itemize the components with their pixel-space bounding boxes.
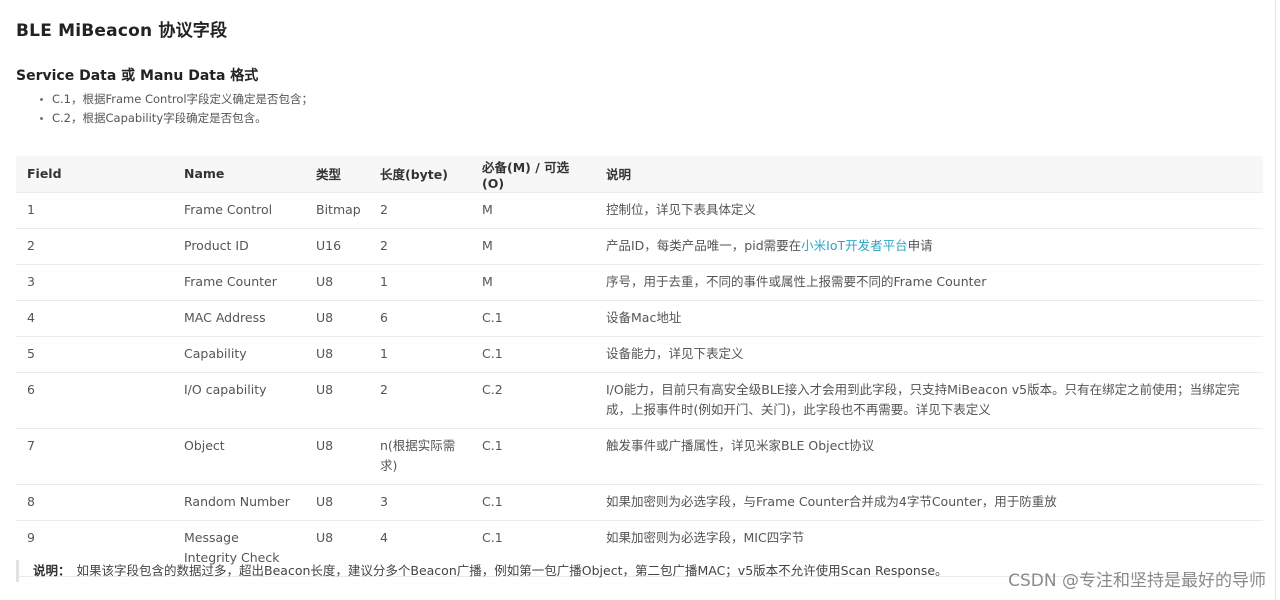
cell-field: 2 — [16, 228, 173, 265]
cell-description: I/O能力，目前只有高安全级BLE接入才会用到此字段，只支持MiBeacon v… — [595, 372, 1263, 429]
cell-description: 设备能力，详见下表定义 — [595, 336, 1263, 373]
cell-length: 2 — [369, 372, 471, 429]
header-length: 长度(byte) — [380, 167, 448, 183]
header-required: 必备(M) / 可选(O) — [482, 159, 570, 191]
cell-type: U8 — [305, 428, 369, 485]
cell-name: I/O capability — [173, 372, 305, 429]
cell-type: U8 — [305, 336, 369, 373]
watermark: CSDN @专注和坚持是最好的导师 — [1008, 571, 1266, 591]
cell-name: MAC Address — [173, 300, 305, 337]
description-text: 申请 — [907, 237, 933, 253]
cell-field: 4 — [16, 300, 173, 337]
cell-length: 3 — [369, 484, 471, 521]
cell-field: 7 — [16, 428, 173, 485]
cell-type: U8 — [305, 372, 369, 429]
cell-description: 设备Mac地址 — [595, 300, 1263, 337]
cell-type: Bitmap — [305, 191, 369, 229]
page-edge-divider — [1275, 0, 1276, 600]
cell-required: C.2 — [471, 372, 595, 429]
cell-type: U8 — [305, 300, 369, 337]
cell-name: Object — [173, 428, 305, 485]
cell-field: 6 — [16, 372, 173, 429]
table-row: 3 Frame Counter U8 1 M 序号，用于去重，不同的事件或属性上… — [16, 264, 1263, 301]
cell-length: 1 — [369, 264, 471, 301]
cell-length: 6 — [369, 300, 471, 337]
cell-description: 控制位，详见下表具体定义 — [595, 191, 1263, 229]
cell-description: 序号，用于去重，不同的事件或属性上报需要不同的Frame Counter — [595, 264, 1263, 301]
header-type: 类型 — [316, 167, 342, 183]
cell-type: U16 — [305, 228, 369, 265]
cell-field: 5 — [16, 336, 173, 373]
page-title: BLE MiBeacon 协议字段 — [16, 21, 228, 41]
table-row: 1 Frame Control Bitmap 2 M 控制位，详见下表具体定义 — [16, 191, 1263, 229]
table-row: 2 Product ID U16 2 M 产品ID，每类产品唯一，pid需要在小… — [16, 228, 1263, 265]
cell-length: 2 — [369, 228, 471, 265]
table-row: 5 Capability U8 1 C.1 设备能力，详见下表定义 — [16, 336, 1263, 373]
cell-required: M — [471, 228, 595, 265]
cell-type: U8 — [305, 264, 369, 301]
table-row: 6 I/O capability U8 2 C.2 I/O能力，目前只有高安全级… — [16, 372, 1263, 429]
table-row: 7 Object U8 n(根据实际需求) C.1 触发事件或广播属性，详见米家… — [16, 428, 1263, 485]
note-item: C.1，根据Frame Control字段定义确定是否包含； — [34, 90, 313, 109]
table-row: 4 MAC Address U8 6 C.1 设备Mac地址 — [16, 300, 1263, 337]
header-name: Name — [184, 166, 225, 182]
description-text: 产品ID，每类产品唯一，pid需要在 — [606, 237, 802, 253]
table-header-row: Field Name 类型 长度(byte) 必备(M) / 可选(O) 说明 — [16, 156, 1263, 192]
cell-required: C.1 — [471, 428, 595, 485]
cell-length: 1 — [369, 336, 471, 373]
section-title: Service Data 或 Manu Data 格式 — [16, 68, 259, 84]
cell-required: M — [471, 191, 595, 229]
cell-name: Random Number — [173, 484, 305, 521]
cell-required: C.1 — [471, 300, 595, 337]
cell-name: Capability — [173, 336, 305, 373]
iot-platform-link[interactable]: 小米IoT开发者平台 — [801, 238, 907, 253]
cell-required: M — [471, 264, 595, 301]
table-row: 8 Random Number U8 3 C.1 如果加密则为必选字段，与Fra… — [16, 484, 1263, 521]
cell-required: C.1 — [471, 336, 595, 373]
cell-length: 2 — [369, 191, 471, 229]
footnote-text: 如果该字段包含的数据过多，超出Beacon长度，建议分多个Beacon广播，例如… — [76, 563, 948, 578]
notes-list: C.1，根据Frame Control字段定义确定是否包含； C.2，根据Cap… — [34, 90, 313, 128]
footnote: 说明： 如果该字段包含的数据过多，超出Beacon长度，建议分多个Beacon广播… — [16, 560, 948, 582]
footnote-label: 说明： — [33, 563, 71, 578]
cell-description: 如果加密则为必选字段，与Frame Counter合并成为4字节Counter，… — [595, 484, 1263, 521]
field-table: Field Name 类型 长度(byte) 必备(M) / 可选(O) 说明 … — [16, 156, 1263, 577]
cell-description: 触发事件或广播属性，详见米家BLE Object协议 — [595, 428, 1263, 485]
cell-name: Frame Counter — [173, 264, 305, 301]
cell-field: 1 — [16, 191, 173, 229]
cell-length: n(根据实际需求) — [369, 428, 471, 485]
cell-field: 8 — [16, 484, 173, 521]
cell-field: 3 — [16, 264, 173, 301]
cell-name: Product ID — [173, 228, 305, 265]
header-field: Field — [27, 166, 62, 182]
cell-description: 产品ID，每类产品唯一，pid需要在小米IoT开发者平台申请 — [595, 228, 1263, 265]
note-item: C.2，根据Capability字段确定是否包含。 — [34, 109, 313, 128]
cell-type: U8 — [305, 484, 369, 521]
cell-required: C.1 — [471, 484, 595, 521]
document-page: BLE MiBeacon 协议字段 Service Data 或 Manu Da… — [0, 0, 1280, 600]
cell-name: Frame Control — [173, 191, 305, 229]
header-description: 说明 — [606, 167, 632, 183]
